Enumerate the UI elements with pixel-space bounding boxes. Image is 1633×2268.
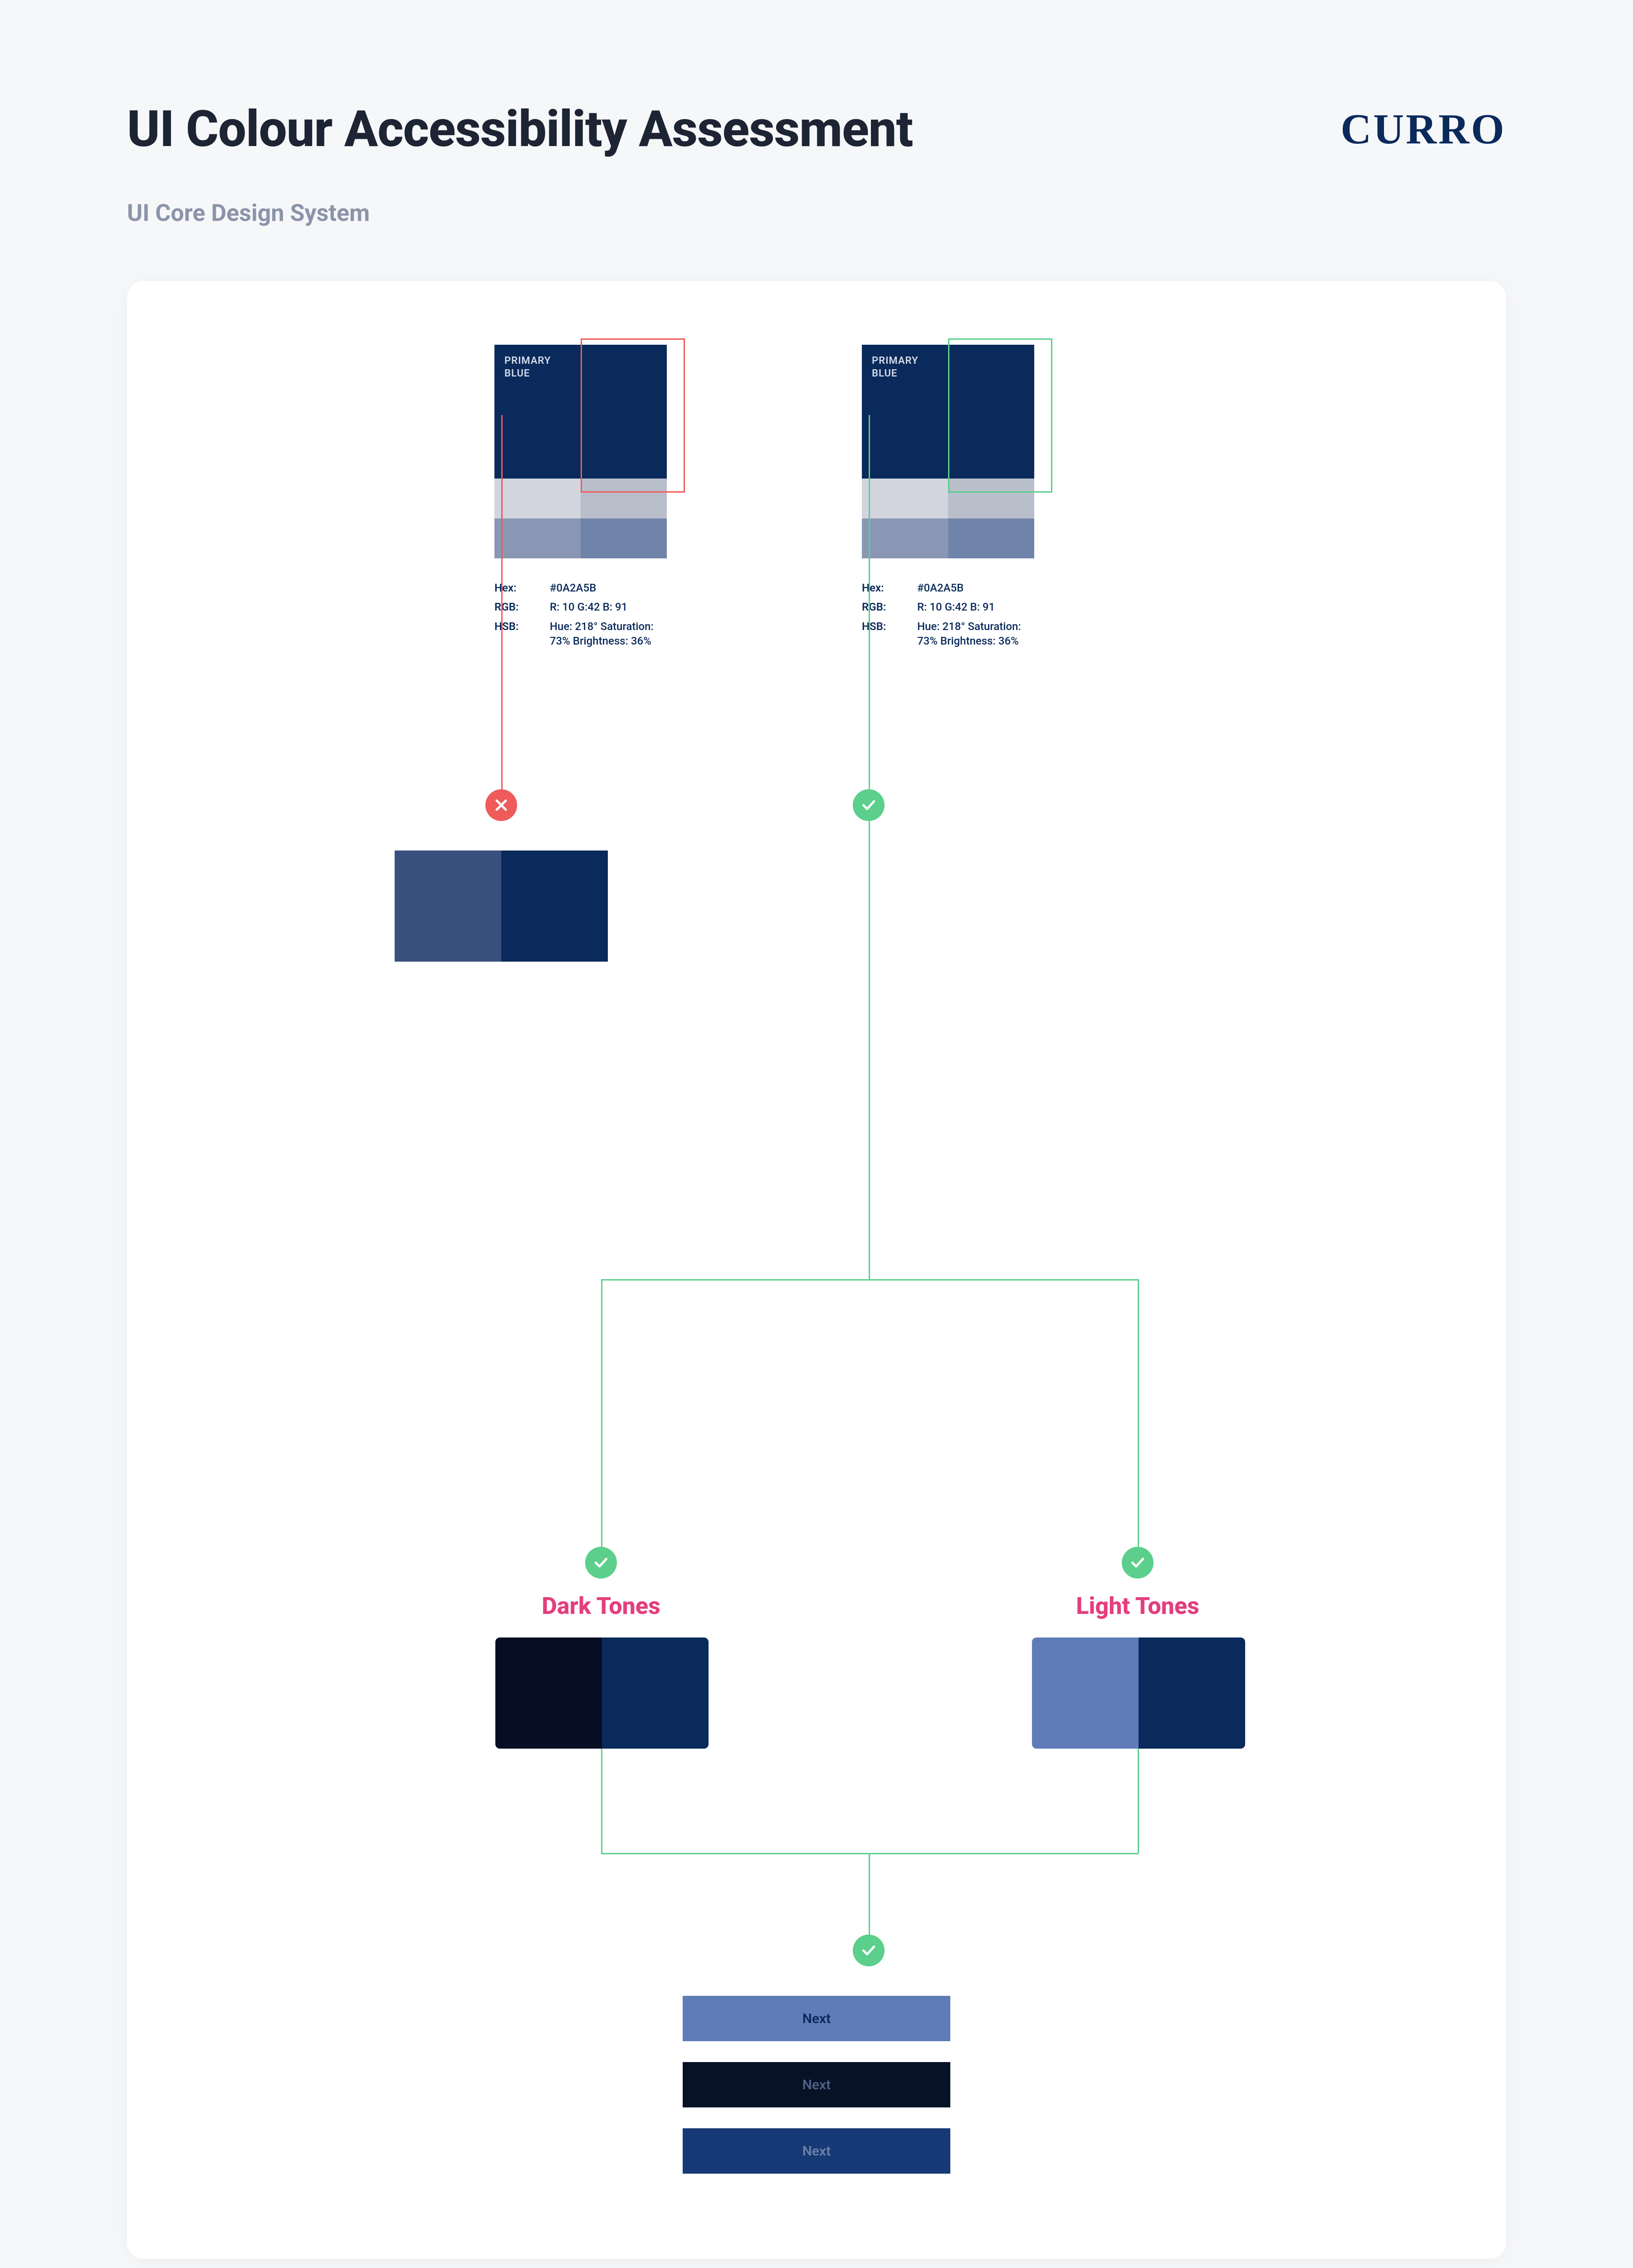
next-button-light[interactable]: Next — [683, 1996, 950, 2041]
swatch-shade — [581, 518, 667, 558]
page: UI Colour Accessibility Assessment CURRO… — [0, 0, 1633, 2268]
swatch-shade — [948, 518, 1034, 558]
page-title: UI Colour Accessibility Assessment — [127, 100, 913, 158]
rgb-label: RGB: — [494, 600, 536, 614]
page-header: UI Colour Accessibility Assessment CURRO — [127, 100, 1506, 158]
pass-icon — [853, 1935, 885, 1966]
button-label: Next — [802, 2077, 831, 2093]
hsb-value: Hue: 218° Saturation: 73% Brightness: 36… — [917, 619, 1034, 649]
connector-line — [869, 415, 870, 792]
assessment-card: PRIMARY BLUE Hex: #0A2A5B RGB: R: 10 G:4… — [127, 281, 1506, 2259]
connector-line — [1138, 1749, 1139, 1853]
rgb-label: RGB: — [862, 600, 904, 614]
pass-icon — [585, 1547, 617, 1579]
connector-line — [501, 415, 503, 792]
swatch-info: Hex: #0A2A5B RGB: R: 10 G:42 B: 91 HSB: … — [862, 581, 1034, 649]
hex-value: #0A2A5B — [550, 581, 667, 595]
fail-icon — [485, 789, 517, 821]
next-button-dark[interactable]: Next — [683, 2062, 950, 2107]
pass-selection-box — [948, 338, 1052, 493]
pair-left — [395, 850, 501, 962]
button-label: Next — [802, 2011, 831, 2027]
connector-line — [601, 1749, 602, 1853]
hsb-label: HSB: — [494, 619, 536, 649]
swatch-shade — [862, 518, 948, 558]
connector-line — [869, 821, 870, 1279]
next-button-primary[interactable]: Next — [683, 2128, 950, 2174]
result-buttons: Next Next Next — [683, 1996, 950, 2174]
swatch-shade — [862, 479, 948, 518]
swatch-grid-fail: PRIMARY BLUE — [494, 345, 667, 558]
rgb-value: R: 10 G:42 B: 91 — [550, 600, 667, 614]
pair-left — [1032, 1637, 1139, 1749]
hex-value: #0A2A5B — [917, 581, 1034, 595]
dark-tones-pair — [495, 1637, 709, 1749]
button-label: Next — [802, 2143, 831, 2159]
swatch-label: PRIMARY BLUE — [504, 355, 551, 380]
hex-label: Hex: — [862, 581, 904, 595]
pair-right — [1139, 1637, 1245, 1749]
swatch-label: PRIMARY BLUE — [872, 355, 919, 380]
pass-icon — [1122, 1547, 1154, 1579]
pair-left — [495, 1637, 602, 1749]
hsb-label: HSB: — [862, 619, 904, 649]
hsb-value: Hue: 218° Saturation: 73% Brightness: 36… — [550, 619, 667, 649]
ambiguous-pair — [395, 850, 608, 962]
rgb-value: R: 10 G:42 B: 91 — [917, 600, 1034, 614]
connector-line — [869, 1853, 870, 1935]
swatch-shade — [494, 518, 581, 558]
brand-logo: CURRO — [1340, 105, 1506, 154]
connector-line — [601, 1279, 602, 1547]
connector-line — [1138, 1279, 1139, 1547]
page-subtitle: UI Core Design System — [127, 199, 1506, 227]
light-tones-pair — [1032, 1637, 1245, 1749]
pair-right — [602, 1637, 709, 1749]
connector-line — [601, 1279, 1139, 1281]
pair-right — [501, 850, 608, 962]
swatch-card-pass: PRIMARY BLUE Hex: #0A2A5B RGB: R: 10 G:4… — [862, 345, 1034, 649]
dark-tones-label: Dark Tones — [538, 1592, 665, 1620]
swatch-info: Hex: #0A2A5B RGB: R: 10 G:42 B: 91 HSB: … — [494, 581, 667, 649]
swatch-grid-pass: PRIMARY BLUE — [862, 345, 1034, 558]
swatch-shade — [494, 479, 581, 518]
light-tones-label: Light Tones — [1072, 1592, 1203, 1620]
swatch-card-fail: PRIMARY BLUE Hex: #0A2A5B RGB: R: 10 G:4… — [494, 345, 667, 649]
pass-icon — [853, 789, 885, 821]
fail-selection-box — [581, 338, 685, 493]
hex-label: Hex: — [494, 581, 536, 595]
